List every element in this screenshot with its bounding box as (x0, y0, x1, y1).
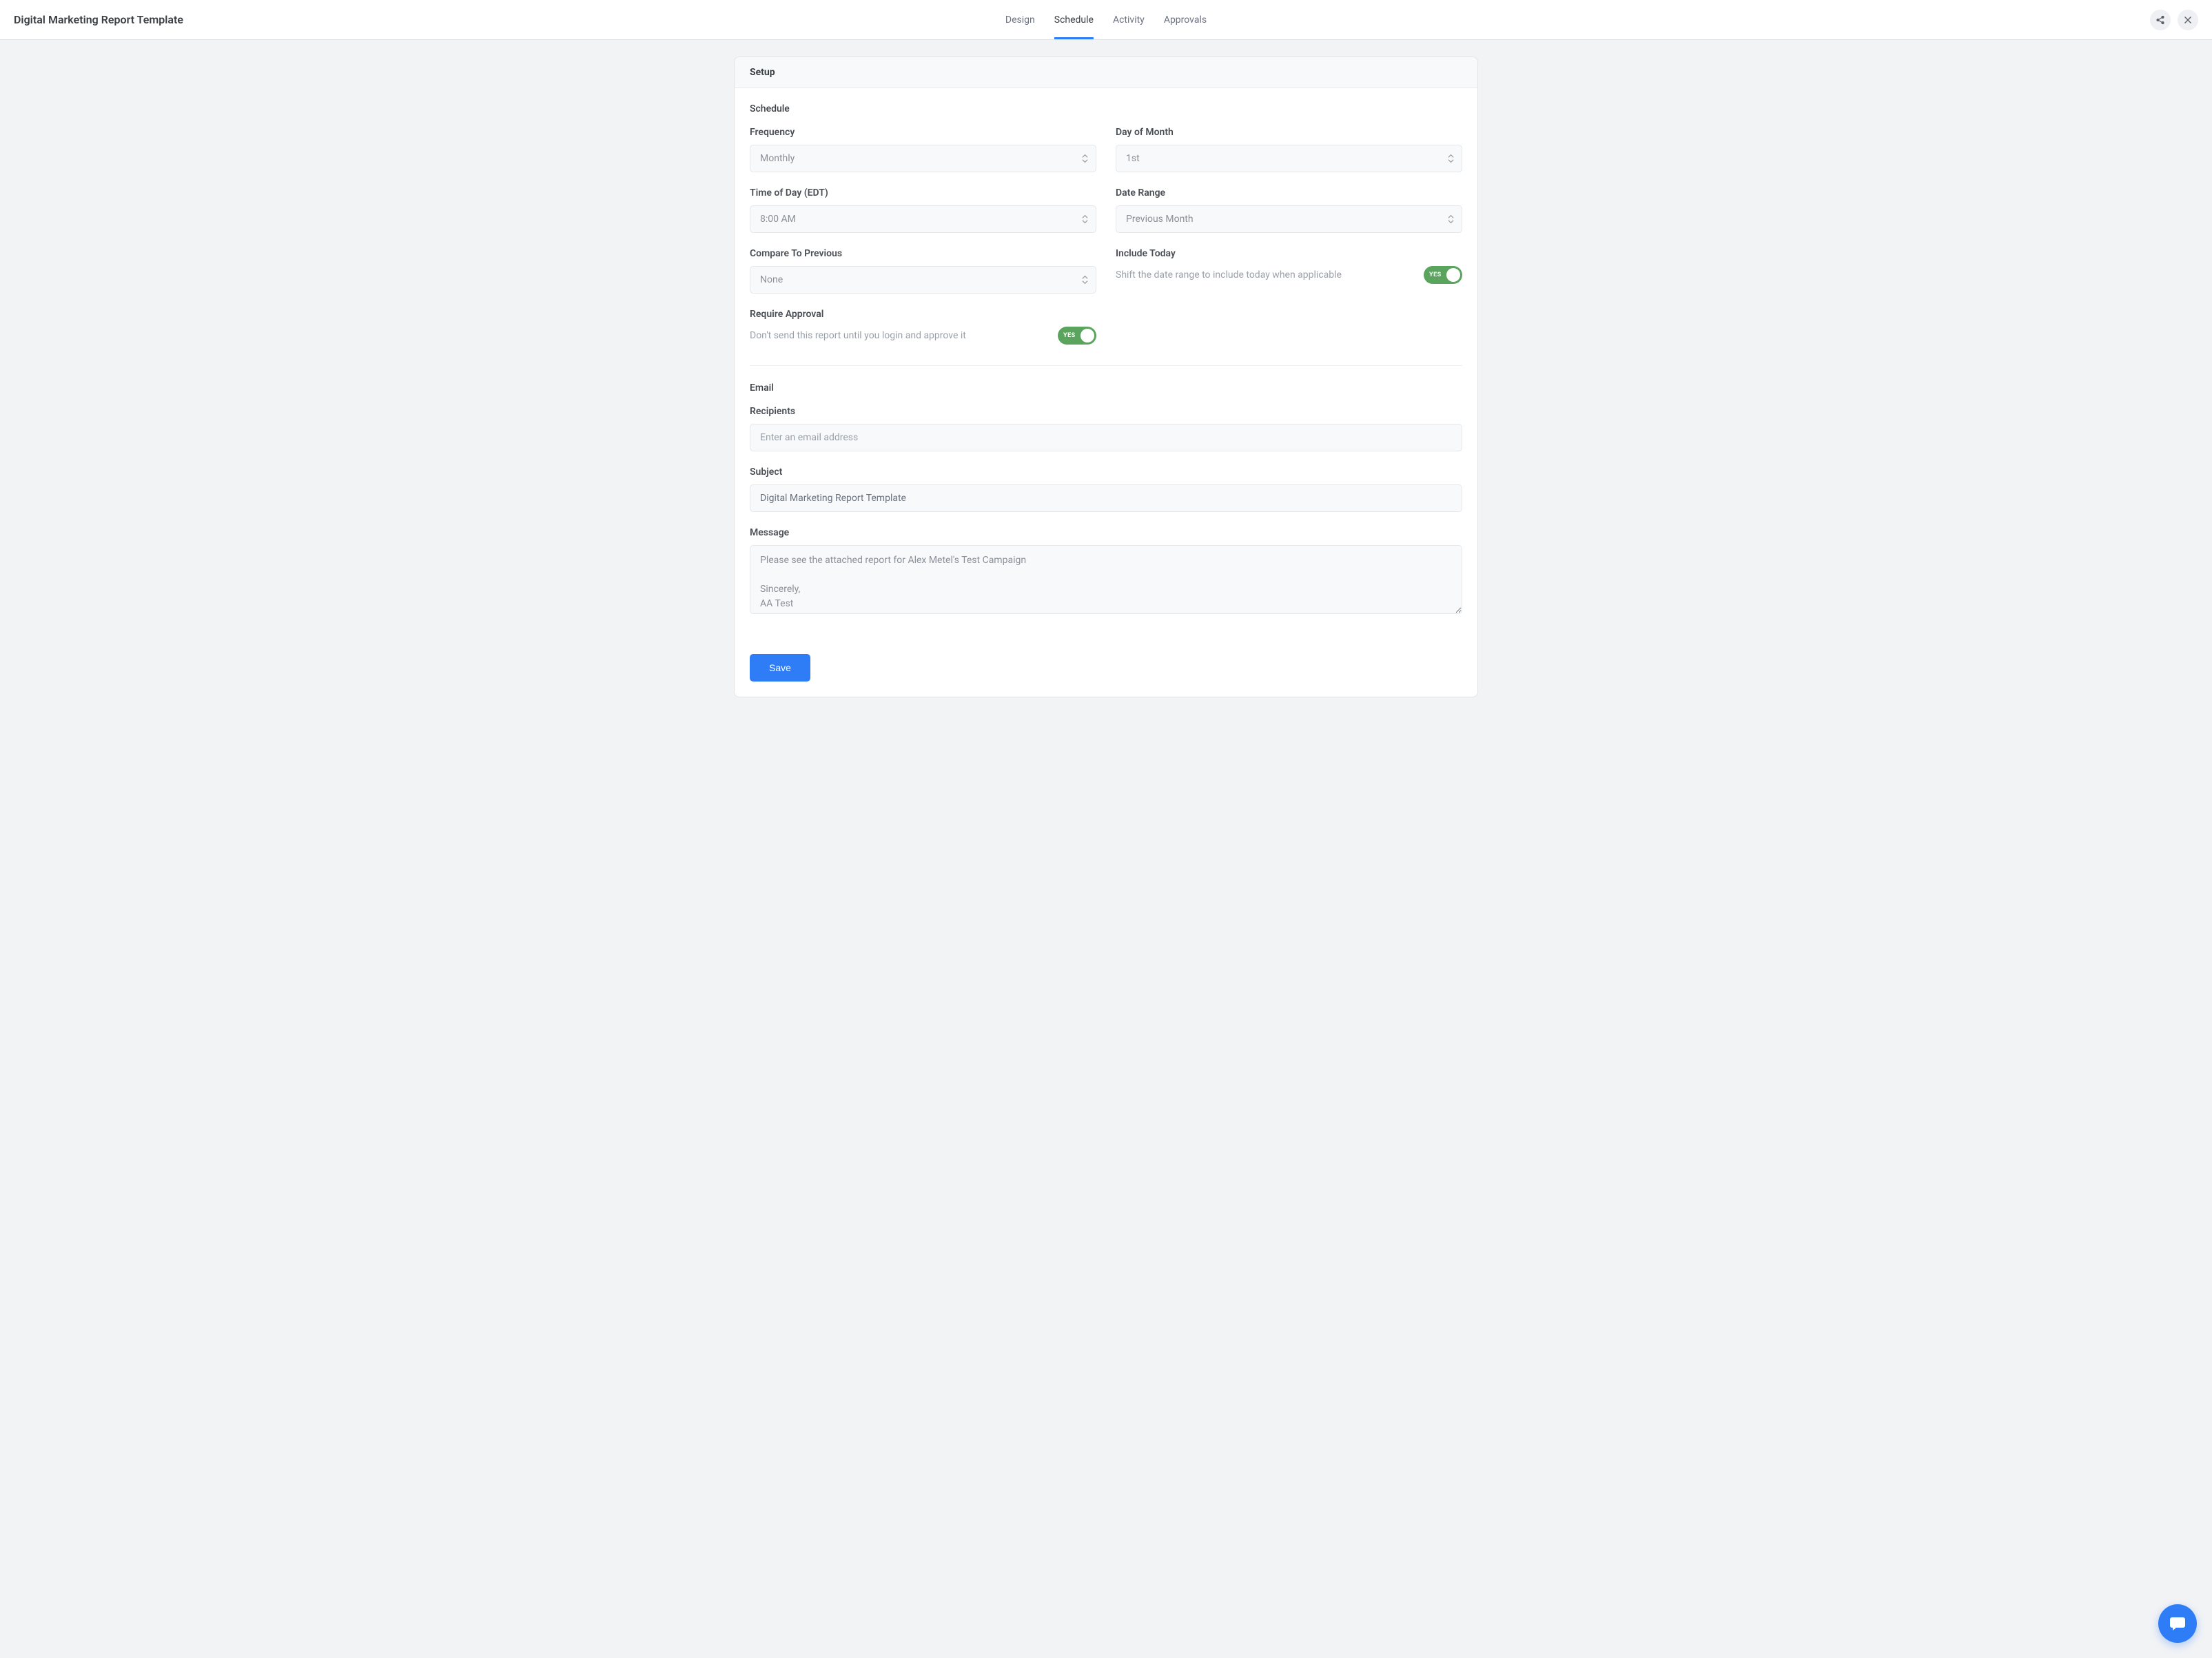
compare-select[interactable]: None (750, 266, 1096, 294)
frequency-label: Frequency (750, 127, 1096, 138)
recipients-label: Recipients (750, 406, 1462, 417)
require-approval-label: Require Approval (750, 309, 1096, 320)
share-icon (2155, 15, 2165, 25)
require-approval-toggle[interactable]: YES (1058, 327, 1096, 345)
include-today-description: Shift the date range to include today wh… (1116, 269, 1413, 280)
tab-design[interactable]: Design (1005, 0, 1035, 39)
card-header: Setup (735, 57, 1477, 88)
date-range-label: Date Range (1116, 187, 1462, 198)
close-button[interactable] (2178, 10, 2198, 30)
tab-approvals[interactable]: Approvals (1164, 0, 1207, 39)
divider (750, 365, 1462, 366)
top-bar: Digital Marketing Report Template Design… (0, 0, 2212, 40)
top-tabs: Design Schedule Activity Approvals (1005, 0, 1207, 39)
share-button[interactable] (2150, 10, 2171, 30)
compare-label: Compare To Previous (750, 248, 1096, 259)
include-today-toggle[interactable]: YES (1424, 266, 1462, 284)
save-button[interactable]: Save (750, 654, 810, 682)
require-approval-description: Don't send this report until you login a… (750, 330, 1047, 341)
message-textarea[interactable] (750, 545, 1462, 614)
setup-card: Setup Schedule Frequency Monthly Day of … (734, 57, 1478, 697)
day-of-month-select[interactable]: 1st (1116, 145, 1462, 172)
tab-schedule[interactable]: Schedule (1054, 0, 1094, 39)
date-range-select[interactable]: Previous Month (1116, 205, 1462, 233)
tab-activity[interactable]: Activity (1113, 0, 1145, 39)
top-bar-actions (2150, 10, 2198, 30)
close-icon (2183, 15, 2193, 25)
message-label: Message (750, 527, 1462, 538)
subject-label: Subject (750, 467, 1462, 478)
email-section-title: Email (750, 382, 1462, 393)
chat-launcher[interactable] (2158, 1604, 2197, 1643)
toggle-on-label: YES (1063, 332, 1076, 339)
time-of-day-label: Time of Day (EDT) (750, 187, 1096, 198)
subject-input[interactable] (750, 484, 1462, 512)
frequency-select[interactable]: Monthly (750, 145, 1096, 172)
page-title: Digital Marketing Report Template (14, 13, 183, 26)
toggle-on-label: YES (1429, 272, 1442, 278)
schedule-section-title: Schedule (750, 103, 1462, 114)
toggle-knob (1446, 268, 1460, 282)
time-of-day-select[interactable]: 8:00 AM (750, 205, 1096, 233)
day-of-month-label: Day of Month (1116, 127, 1462, 138)
recipients-input[interactable] (750, 424, 1462, 451)
toggle-knob (1081, 329, 1094, 342)
include-today-label: Include Today (1116, 248, 1462, 259)
chat-icon (2168, 1614, 2187, 1633)
